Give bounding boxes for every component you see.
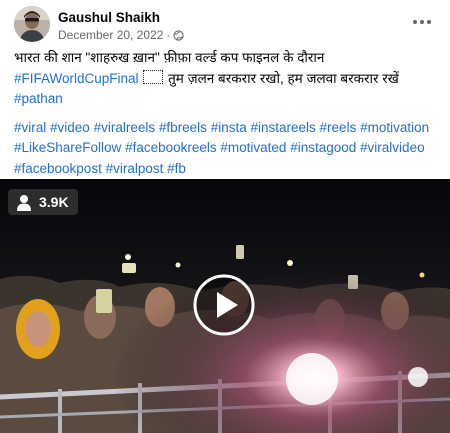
hashtag-link[interactable]: #instareels xyxy=(250,120,315,135)
hashtag-link[interactable]: #insta xyxy=(211,120,247,135)
hashtag-link[interactable]: #fb xyxy=(167,161,186,176)
hashtag-link[interactable]: #viral xyxy=(14,120,46,135)
hashtag-link[interactable]: #pathan xyxy=(14,91,63,106)
hashtag-link[interactable]: #facebookpost xyxy=(14,161,102,176)
author-name[interactable]: Gaushul Shaikh xyxy=(58,10,160,25)
facebook-post: Gaushul Shaikh December 20, 2022 · भारत … xyxy=(0,0,450,433)
post-date[interactable]: December 20, 2022 xyxy=(58,28,163,42)
post-header: Gaushul Shaikh December 20, 2022 · xyxy=(14,6,434,44)
hashtag-link[interactable]: #video xyxy=(50,120,90,135)
hashtag-link[interactable]: #facebookreels xyxy=(125,140,217,155)
caption-line: #FIFAWorldCupFinal तुम ज़लन बरकरार रखो, … xyxy=(14,69,440,90)
post-caption: भारत की शान "शाहरुख ख़ान" फ़ीफ़ा वर्ल्ड … xyxy=(14,48,440,179)
hashtag-row: #LikeShareFollow #facebookreels #motivat… xyxy=(14,138,440,159)
hashtag-link[interactable]: #LikeShareFollow xyxy=(14,140,121,155)
hashtag-link[interactable]: #viralpost xyxy=(106,161,164,176)
video-player[interactable]: 3.9K xyxy=(0,179,450,433)
dot-icon xyxy=(427,20,431,24)
hashtag-link[interactable]: #viralvideo xyxy=(360,140,425,155)
caption-line: #pathan xyxy=(14,89,440,110)
hashtag-row: #facebookpost #viralpost #fb xyxy=(14,159,440,180)
more-options-button[interactable] xyxy=(410,12,434,32)
dot-icon xyxy=(413,20,417,24)
post-meta: December 20, 2022 · xyxy=(58,28,185,42)
view-count-badge: 3.9K xyxy=(8,189,78,215)
globe-icon xyxy=(173,29,185,41)
emoji-placeholder-icon xyxy=(143,69,164,84)
avatar[interactable] xyxy=(14,6,50,42)
hashtag-link[interactable]: #motivation xyxy=(360,120,429,135)
hashtag-link[interactable]: #FIFAWorldCupFinal xyxy=(14,71,139,86)
hashtag-link[interactable]: #motivated xyxy=(220,140,286,155)
hashtag-link[interactable]: #instagood xyxy=(290,140,356,155)
caption-line: भारत की शान "शाहरुख ख़ान" फ़ीफ़ा वर्ल्ड … xyxy=(14,50,325,65)
hashtag-link[interactable]: #reels xyxy=(320,120,357,135)
dot-icon xyxy=(420,20,424,24)
person-icon xyxy=(17,194,31,211)
hashtag-row: #viral #video #viralreels #fbreels #inst… xyxy=(14,118,440,139)
play-icon[interactable] xyxy=(192,273,256,337)
hashtag-link[interactable]: #viralreels xyxy=(94,120,156,135)
caption-text: तुम ज़लन बरकरार रखो, हम जलवा बरकरार रखें xyxy=(168,70,399,86)
hashtag-link[interactable]: #fbreels xyxy=(159,120,207,135)
view-count: 3.9K xyxy=(39,194,69,210)
